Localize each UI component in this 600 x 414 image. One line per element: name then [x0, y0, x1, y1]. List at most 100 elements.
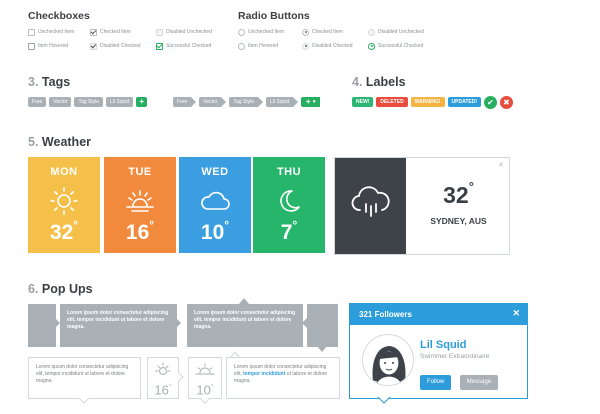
radio[interactable] [368, 42, 375, 50]
profile-popup-header: 321 Followers ✕ [350, 304, 527, 325]
add-tag-button[interactable]: + • [301, 97, 321, 107]
weather-card-thu[interactable]: THU 7° [253, 157, 325, 253]
popup-pointer [317, 346, 327, 352]
weather-temp: 7° [253, 218, 325, 245]
weather-day: WED [201, 166, 229, 178]
tag[interactable]: Free [173, 97, 197, 107]
checkbox [156, 28, 163, 36]
temp-value: 7 [280, 221, 293, 244]
sun-icon [28, 184, 100, 218]
rain-cloud-icon [335, 158, 406, 254]
checkbox-unchecked[interactable]: Unchecked Item [28, 27, 90, 37]
degree-sign: ° [168, 384, 172, 391]
check-icon[interactable]: ✔ [484, 96, 497, 109]
close-icon[interactable]: ✕ [512, 308, 520, 319]
radio-unchecked[interactable]: Unchecked Item [238, 27, 302, 37]
popup-pointer [79, 398, 89, 404]
cancel-icon[interactable]: ✖ [500, 96, 513, 109]
label-warning: WARNING! [410, 97, 445, 107]
tag[interactable]: Vector [49, 97, 72, 107]
degree-sign: ° [149, 218, 155, 232]
checkbox[interactable] [28, 42, 35, 50]
radio [368, 28, 375, 36]
temp-value: 32 [49, 221, 74, 244]
tag[interactable]: Tag Style [229, 97, 263, 107]
label-row: NEW! DELETED WARNING! UPDATED! ✔ ✖ [352, 96, 516, 115]
label-new: NEW! [352, 97, 374, 107]
popup-link[interactable]: tempor incididunt [243, 371, 285, 377]
checkboxes-title: Checkboxes [28, 10, 90, 22]
checkbox-checked[interactable]: Checked Item [90, 27, 156, 37]
radio [302, 42, 309, 50]
tag[interactable]: Vector [199, 97, 227, 107]
current-city: SYDNEY, AUS [430, 216, 487, 226]
checkbox-success-checked[interactable]: Successful Checked [156, 41, 211, 51]
message-button[interactable]: Message [459, 375, 499, 390]
degree-sign: ° [292, 218, 298, 232]
radios-title: Radio Buttons [238, 10, 310, 22]
radio[interactable] [302, 28, 309, 36]
tags-heading: 3. Tags [28, 75, 70, 89]
popup-dark-small [307, 304, 338, 347]
checkbox-label: Disabled Checked [100, 43, 141, 49]
avatar[interactable] [362, 334, 414, 386]
checkbox-hovered[interactable]: Item Hovered [28, 41, 90, 51]
weather-day: THU [276, 166, 302, 178]
tag-set-arrow: Free Vector Tag Style Lil Squid + • [173, 97, 321, 115]
degree-sign: ° [73, 218, 79, 232]
add-tag-button[interactable]: + [136, 97, 148, 107]
sunset-icon [104, 184, 176, 218]
section-number: 6. [28, 282, 39, 296]
weather-card-wed[interactable]: WED 10° [179, 157, 251, 253]
checkbox[interactable] [156, 42, 163, 50]
weather-card-mon[interactable]: MON 32° [28, 157, 100, 253]
radio[interactable] [238, 42, 245, 50]
tag[interactable]: Tag Style [74, 97, 104, 107]
checkbox-label: Unchecked Item [38, 29, 75, 35]
temp-value: 16 [125, 221, 150, 244]
radio-group: Unchecked Item Checked Item Disabled Unc… [238, 27, 458, 51]
popup-pointer [200, 398, 210, 404]
checkbox-label: Successful Checked [166, 43, 212, 49]
degree-sign: ° [224, 218, 230, 232]
section-number: 5. [28, 135, 39, 149]
profile-popup: 321 Followers ✕ Lil Squid Swimmer Extrao… [349, 303, 528, 399]
radio[interactable] [238, 28, 245, 36]
popup-pointer [178, 372, 184, 382]
popup-light-link: Lorem ipsum dolor consectetur adipiscing… [226, 357, 340, 399]
tag[interactable]: Lil Squid [106, 97, 134, 107]
close-icon[interactable]: ✕ [498, 161, 504, 169]
popup-mini-weather: 16° [147, 357, 179, 399]
radio-label: Item Hovered [248, 43, 279, 49]
temp-value: 10 [200, 221, 225, 244]
radio-checked[interactable]: Checked Item [302, 27, 368, 37]
weather-card-tue[interactable]: TUE 16° [104, 157, 176, 253]
followers-count: 321 Followers [359, 310, 412, 319]
tag[interactable]: Lil Squid [266, 97, 299, 107]
radio-label: Disabled Unchecked [378, 29, 424, 35]
follow-button[interactable]: Follow [420, 375, 452, 390]
checkbox[interactable] [90, 28, 97, 36]
checkbox-disabled-checked: Disabled Checked [90, 41, 156, 51]
radio-disabled-unchecked: Disabled Unchecked [368, 27, 424, 37]
section-title: Tags [41, 75, 71, 89]
tag[interactable]: Free [28, 97, 47, 107]
current-temp: 32° [406, 179, 511, 209]
checkbox[interactable] [28, 28, 35, 36]
radio-disabled-checked: Disabled Checked [302, 41, 368, 51]
weather-heading: 5. Weather [28, 135, 91, 149]
temp-value: 32 [443, 182, 469, 208]
section-title: Labels [365, 75, 406, 89]
popup-dark: Lorem ipsum dolor consectetur adipiscing… [60, 304, 177, 347]
profile-actions: Follow Message [420, 370, 499, 390]
radio-success-checked[interactable]: Successful Checked [368, 41, 423, 51]
section-number: 3. [28, 75, 39, 89]
label-deleted: DELETED [376, 97, 408, 107]
weather-day: MON [50, 166, 78, 178]
section-title: Pop Ups [41, 282, 93, 296]
checkbox-label: Item Hovered [38, 43, 69, 49]
radio-hovered[interactable]: Item Hovered [238, 41, 302, 51]
popup-pointer [176, 318, 181, 328]
section-title: Weather [41, 135, 92, 149]
checkbox [90, 42, 97, 50]
